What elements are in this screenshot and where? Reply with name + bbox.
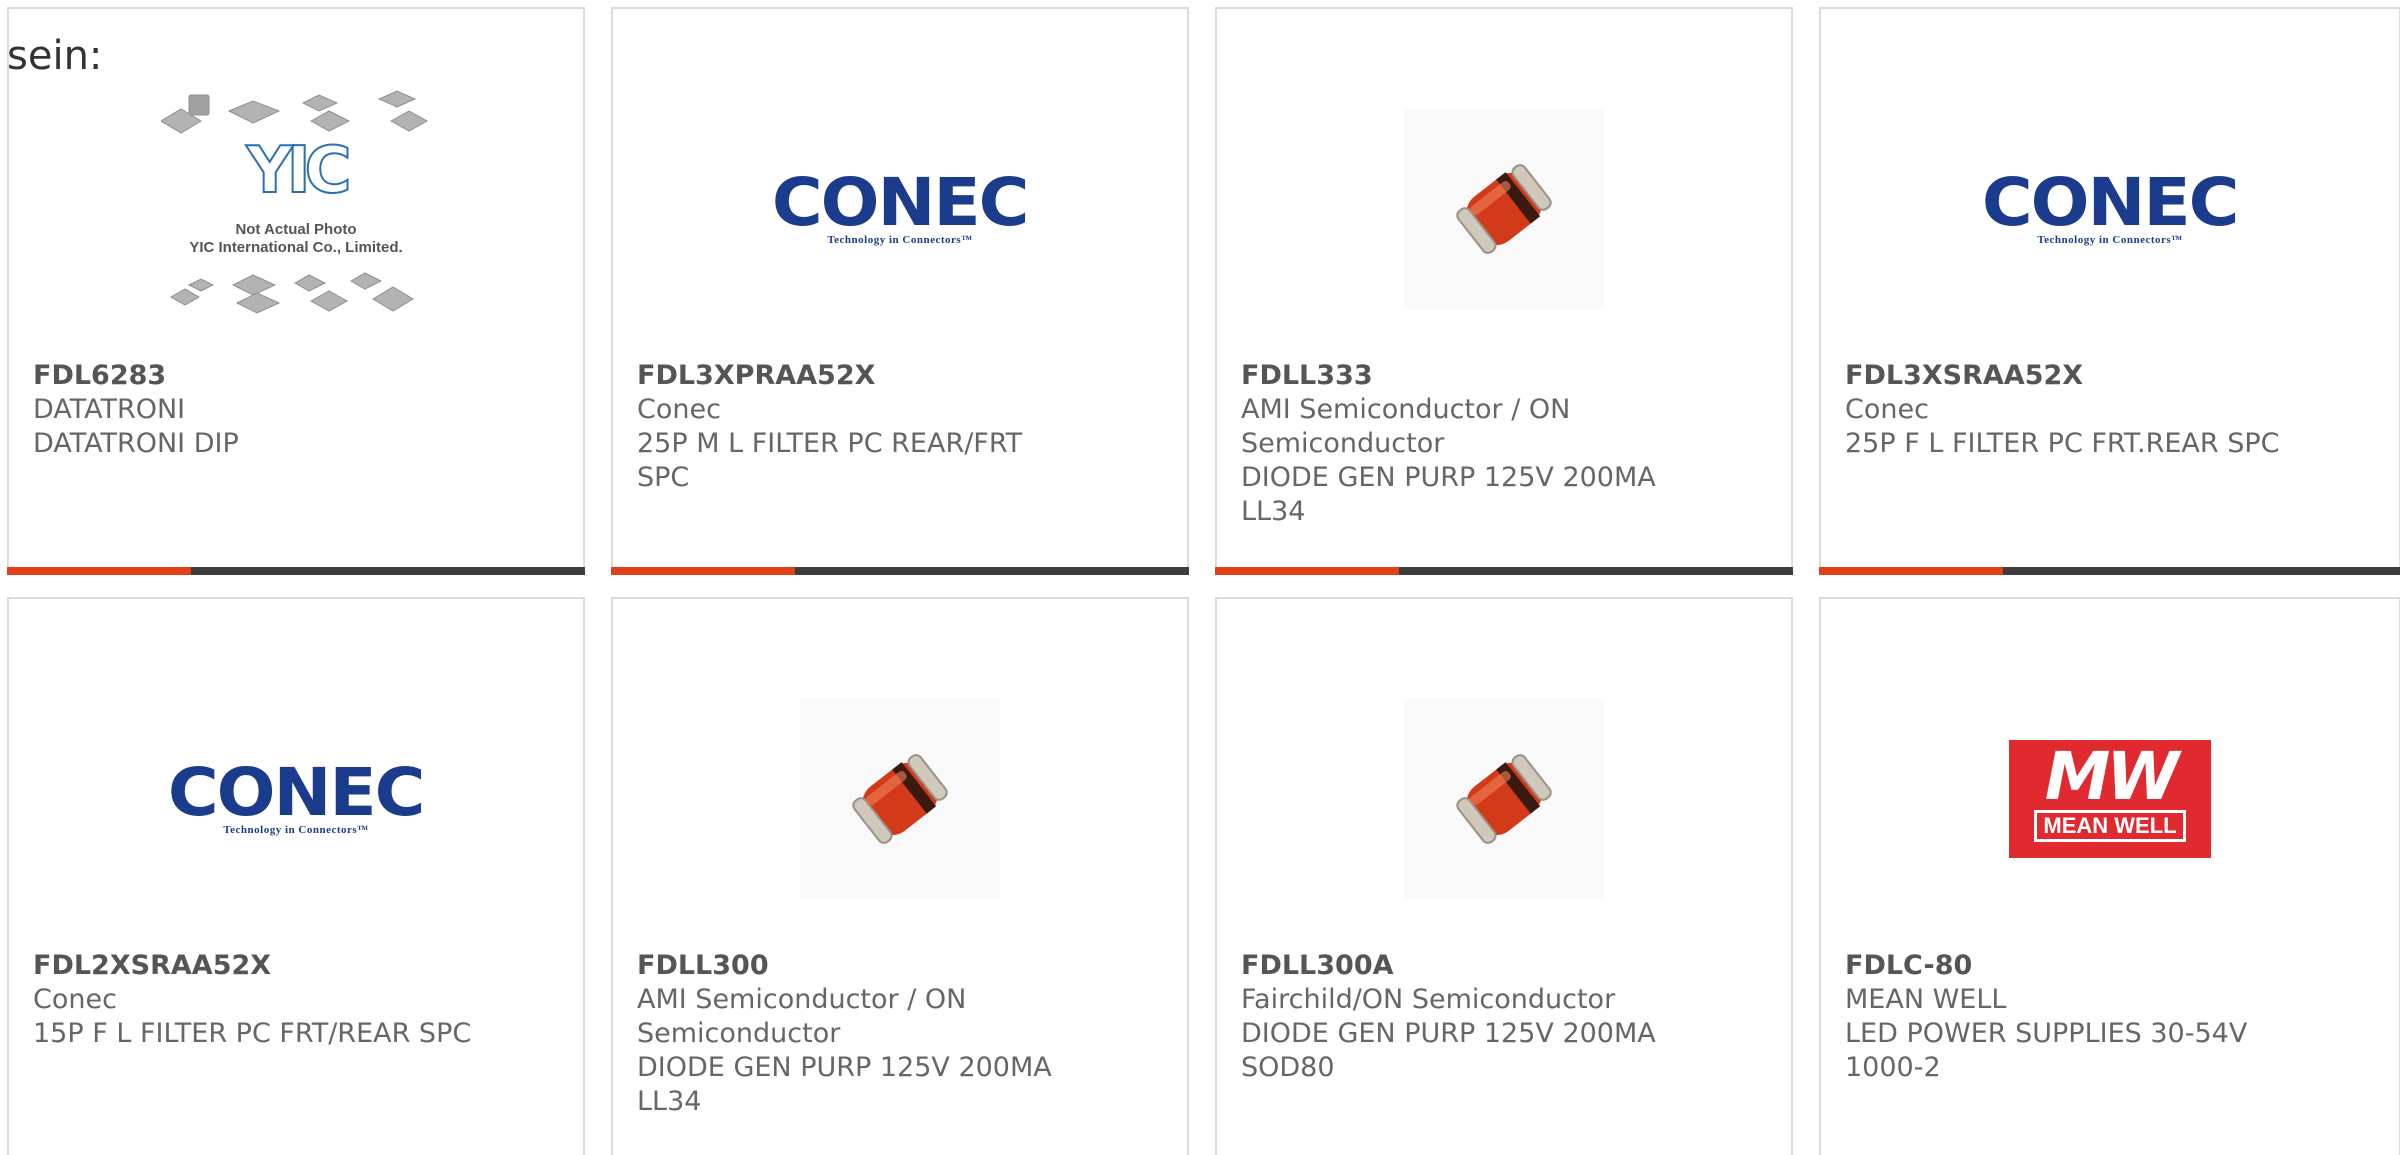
product-info: FDLL300A Fairchild/ON Semiconductor DIOD… xyxy=(1241,949,1771,1085)
product-card[interactable]: CONEC Technology in Connectors™ FDL3XPRA… xyxy=(611,7,1189,575)
part-number[interactable]: FDL2XSRAA52X xyxy=(33,949,563,983)
manufacturer: AMI Semiconductor / ON Semiconductor xyxy=(637,984,967,1049)
product-image[interactable]: CONEC Technology in Connectors™ xyxy=(9,659,583,939)
manufacturer: Fairchild/ON Semiconductor xyxy=(1241,984,1616,1015)
meanwell-logo: MW MEAN WELL xyxy=(2009,740,2211,858)
manufacturer: DATATRONI xyxy=(33,394,186,425)
product-info: FDLL333 AMI Semiconductor / ON Semicondu… xyxy=(1241,359,1771,529)
description-line: LL34 xyxy=(637,1086,702,1117)
diode-photo-icon xyxy=(1404,109,1604,309)
card-bottom-bar xyxy=(7,567,585,575)
part-number[interactable]: FDLL300A xyxy=(1241,949,1771,983)
product-info: FDL3XSRAA52X Conec 25P F L FILTER PC FRT… xyxy=(1845,359,2379,461)
description-line: SPC xyxy=(637,462,690,493)
intro-text: sein: xyxy=(7,33,103,79)
description-line: 1000-2 xyxy=(1845,1052,1941,1083)
yic-caption: Not Actual Photo YIC International Co., … xyxy=(161,221,431,257)
card-bottom-bar xyxy=(611,567,1189,575)
description-line: DATATRONI DIP xyxy=(33,428,239,459)
product-image[interactable]: CONEC Technology in Connectors™ xyxy=(1821,69,2399,349)
meanwell-logo-text: MEAN WELL xyxy=(2034,810,2186,842)
product-card[interactable]: FDLL300A Fairchild/ON Semiconductor DIOD… xyxy=(1215,597,1793,1155)
product-image[interactable] xyxy=(1217,69,1791,349)
card-accent-bar xyxy=(7,567,191,575)
product-image[interactable]: MW MEAN WELL xyxy=(1821,659,2399,939)
yic-logo: YIC xyxy=(245,134,352,208)
product-image[interactable] xyxy=(613,659,1187,939)
product-card[interactable]: FDLL333 AMI Semiconductor / ON Semicondu… xyxy=(1215,7,1793,575)
manufacturer: MEAN WELL xyxy=(1845,984,2007,1015)
yic-placeholder-image: YIC Not Actual Photo YIC International C… xyxy=(161,89,431,329)
card-accent-bar xyxy=(1819,567,2003,575)
manufacturer: Conec xyxy=(33,984,117,1015)
product-info: FDL2XSRAA52X Conec 15P F L FILTER PC FRT… xyxy=(33,949,563,1051)
conec-logo: CONEC Technology in Connectors™ xyxy=(772,170,1030,247)
product-info: FDL6283 DATATRONI DATATRONI DIP xyxy=(33,359,563,461)
conec-wordmark: CONEC xyxy=(168,754,426,831)
manufacturer: AMI Semiconductor / ON Semiconductor xyxy=(1241,394,1571,459)
product-card[interactable]: CONEC Technology in Connectors™ FDL3XSRA… xyxy=(1819,7,2400,575)
product-grid-page: sein: YIC Not Actual Photo YIC Internati… xyxy=(0,0,2400,1155)
conec-wordmark: CONEC xyxy=(772,164,1030,241)
part-number[interactable]: FDL3XSRAA52X xyxy=(1845,359,2379,393)
product-info: FDL3XPRAA52X Conec 25P M L FILTER PC REA… xyxy=(637,359,1167,495)
product-image[interactable]: YIC Not Actual Photo YIC International C… xyxy=(9,69,583,349)
card-accent-bar xyxy=(1215,567,1399,575)
part-number[interactable]: FDL6283 xyxy=(33,359,563,393)
description-line: SOD80 xyxy=(1241,1052,1335,1083)
yic-caption-line-2: YIC International Co., Limited. xyxy=(189,239,403,256)
description-line: DIODE GEN PURP 125V 200MA xyxy=(1241,462,1656,493)
description-line: LED POWER SUPPLIES 30-54V xyxy=(1845,1018,2248,1049)
description-line: DIODE GEN PURP 125V 200MA xyxy=(1241,1018,1656,1049)
description-line: LL34 xyxy=(1241,496,1306,527)
conec-logo: CONEC Technology in Connectors™ xyxy=(1982,170,2240,247)
product-image[interactable] xyxy=(1217,659,1791,939)
part-number[interactable]: FDLL333 xyxy=(1241,359,1771,393)
description-line: 15P F L FILTER PC FRT/REAR SPC xyxy=(33,1018,472,1049)
conec-wordmark: CONEC xyxy=(1982,164,2240,241)
product-card[interactable]: YIC Not Actual Photo YIC International C… xyxy=(7,7,585,575)
diode-photo-icon xyxy=(1404,699,1604,899)
product-card[interactable]: MW MEAN WELL FDLC-80 MEAN WELL LED POWER… xyxy=(1819,597,2400,1155)
diode-photo-icon xyxy=(800,699,1000,899)
part-number[interactable]: FDLC-80 xyxy=(1845,949,2379,983)
product-card[interactable]: FDLL300 AMI Semiconductor / ON Semicondu… xyxy=(611,597,1189,1155)
manufacturer: Conec xyxy=(637,394,721,425)
description-line: DIODE GEN PURP 125V 200MA xyxy=(637,1052,1052,1083)
product-image[interactable]: CONEC Technology in Connectors™ xyxy=(613,69,1187,349)
card-bottom-bar xyxy=(1215,567,1793,575)
card-accent-bar xyxy=(611,567,795,575)
yic-caption-line-1: Not Actual Photo xyxy=(235,221,357,238)
product-info: FDLL300 AMI Semiconductor / ON Semicondu… xyxy=(637,949,1167,1119)
product-info: FDLC-80 MEAN WELL LED POWER SUPPLIES 30-… xyxy=(1845,949,2379,1085)
description-line: 25P M L FILTER PC REAR/FRT xyxy=(637,428,1023,459)
product-card[interactable]: CONEC Technology in Connectors™ FDL2XSRA… xyxy=(7,597,585,1155)
card-bottom-bar xyxy=(1819,567,2400,575)
description-line: 25P F L FILTER PC FRT.REAR SPC xyxy=(1845,428,2280,459)
part-number[interactable]: FDLL300 xyxy=(637,949,1167,983)
part-number[interactable]: FDL3XPRAA52X xyxy=(637,359,1167,393)
conec-logo: CONEC Technology in Connectors™ xyxy=(168,760,426,837)
meanwell-logo-mark: MW xyxy=(2044,738,2179,815)
manufacturer: Conec xyxy=(1845,394,1929,425)
